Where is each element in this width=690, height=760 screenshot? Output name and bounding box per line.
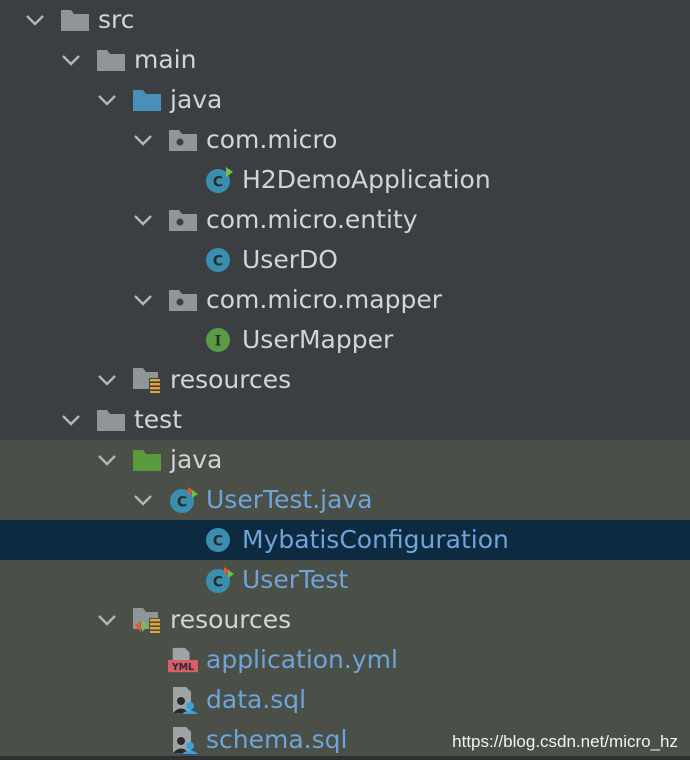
tree-row-main-resources[interactable]: resources <box>0 360 690 400</box>
tree-row-userdo[interactable]: C UserDO <box>0 240 690 280</box>
tree-row-data-sql[interactable]: data.sql <box>0 680 690 720</box>
test-source-folder-icon <box>132 446 162 474</box>
package-icon <box>168 126 198 154</box>
yml-file-icon: YML <box>168 646 198 674</box>
bottom-strip <box>0 756 690 760</box>
test-class-icon: C <box>204 566 234 594</box>
watermark: https://blog.csdn.net/micro_hz <box>452 732 678 751</box>
tree-label: com.micro <box>206 125 338 154</box>
tree-row-src[interactable]: src <box>0 0 690 40</box>
sql-file-icon <box>168 726 198 754</box>
chevron-down-icon[interactable] <box>92 360 122 400</box>
project-tree: src main java com.micro C H2DemoApplicat… <box>0 0 690 760</box>
chevron-down-icon[interactable] <box>128 480 158 520</box>
tree-label: resources <box>170 605 292 634</box>
chevron-down-icon[interactable] <box>92 80 122 120</box>
test-class-icon: C <box>168 486 198 514</box>
tree-row-mybatisconfiguration[interactable]: C MybatisConfiguration <box>0 520 690 560</box>
tree-label: MybatisConfiguration <box>242 525 509 554</box>
spring-class-icon: C <box>204 166 234 194</box>
chevron-down-icon[interactable] <box>20 0 50 40</box>
tree-label: application.yml <box>206 645 398 674</box>
svg-text:C: C <box>213 175 223 191</box>
svg-text:C: C <box>213 575 223 591</box>
chevron-down-icon[interactable] <box>56 400 86 440</box>
tree-label: com.micro.mapper <box>206 285 442 314</box>
tree-label: test <box>134 405 183 434</box>
tree-row-h2demoapplication[interactable]: C H2DemoApplication <box>0 160 690 200</box>
tree-label: schema.sql <box>206 725 348 754</box>
tree-row-usertest[interactable]: C UserTest <box>0 560 690 600</box>
tree-row-package-entity[interactable]: com.micro.entity <box>0 200 690 240</box>
chevron-down-icon[interactable] <box>92 440 122 480</box>
tree-label: resources <box>170 365 292 394</box>
folder-icon <box>96 46 126 74</box>
tree-row-test[interactable]: test <box>0 400 690 440</box>
tree-row-package-mapper[interactable]: com.micro.mapper <box>0 280 690 320</box>
tree-label: java <box>170 85 223 114</box>
tree-row-usertest-java[interactable]: C UserTest.java <box>0 480 690 520</box>
sql-file-icon <box>168 686 198 714</box>
tree-row-main[interactable]: main <box>0 40 690 80</box>
package-icon <box>168 206 198 234</box>
svg-text:C: C <box>213 534 223 550</box>
tree-label: UserTest.java <box>206 485 373 514</box>
tree-label: data.sql <box>206 685 307 714</box>
tree-row-test-resources[interactable]: resources <box>0 600 690 640</box>
tree-label: main <box>134 45 197 74</box>
chevron-down-icon[interactable] <box>56 40 86 80</box>
tree-label: src <box>98 5 135 34</box>
tree-label: java <box>170 445 223 474</box>
chevron-down-icon[interactable] <box>128 280 158 320</box>
source-folder-icon <box>132 86 162 114</box>
class-icon: C <box>204 526 234 554</box>
svg-text:C: C <box>177 495 187 511</box>
tree-row-test-java[interactable]: java <box>0 440 690 480</box>
resources-folder-icon <box>132 366 162 394</box>
tree-row-package-com-micro[interactable]: com.micro <box>0 120 690 160</box>
chevron-down-icon[interactable] <box>128 120 158 160</box>
svg-text:C: C <box>213 254 223 270</box>
class-icon: C <box>204 246 234 274</box>
tree-label: UserMapper <box>242 325 394 354</box>
tree-row-usermapper[interactable]: I UserMapper <box>0 320 690 360</box>
package-icon <box>168 286 198 314</box>
tree-label: UserDO <box>242 245 338 274</box>
svg-text:YML: YML <box>171 662 194 673</box>
svg-text:I: I <box>215 334 222 350</box>
tree-label: com.micro.entity <box>206 205 418 234</box>
interface-icon: I <box>204 326 234 354</box>
folder-icon <box>60 6 90 34</box>
tree-row-main-java[interactable]: java <box>0 80 690 120</box>
test-resources-folder-icon <box>132 606 162 634</box>
tree-row-application-yml[interactable]: YML application.yml <box>0 640 690 680</box>
chevron-down-icon[interactable] <box>92 600 122 640</box>
tree-label: H2DemoApplication <box>242 165 491 194</box>
chevron-down-icon[interactable] <box>128 200 158 240</box>
tree-label: UserTest <box>242 565 349 594</box>
folder-icon <box>96 406 126 434</box>
